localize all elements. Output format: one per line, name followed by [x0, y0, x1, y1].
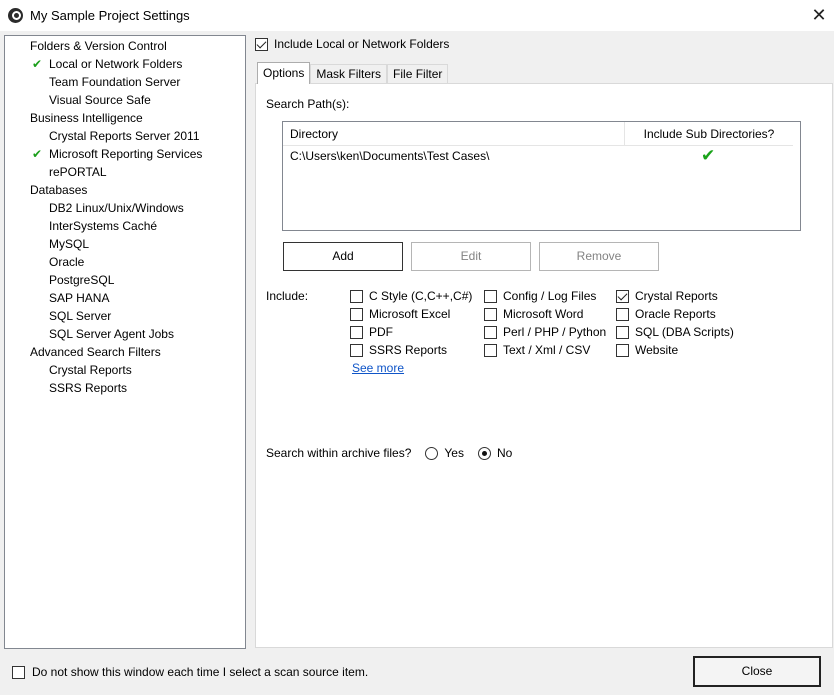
include-option[interactable]: SQL (DBA Scripts): [616, 323, 734, 341]
include-option-label: Text / Xml / CSV: [503, 343, 591, 357]
include-option-checkbox[interactable]: [350, 325, 363, 339]
include-option-label: SQL (DBA Scripts): [635, 325, 734, 339]
include-option-label: Oracle Reports: [635, 307, 716, 321]
include-option-label: Microsoft Word: [503, 307, 584, 321]
include-option-checkbox[interactable]: [616, 307, 629, 321]
include-option-label: Crystal Reports: [635, 289, 718, 303]
add-button[interactable]: Add: [283, 242, 403, 271]
include-option-label: Website: [635, 343, 679, 357]
archive-row: Search within archive files? Yes No: [266, 446, 512, 460]
source-tree: Folders & Version Control ✔ Local or Netwo…: [4, 35, 246, 649]
include-option-checkbox[interactable]: [350, 307, 363, 321]
grid-header: Directory Include Sub Directories?: [283, 122, 793, 146]
include-folders-row[interactable]: Include Local or Network Folders: [255, 37, 449, 51]
close-button[interactable]: Close: [693, 656, 821, 687]
tree-item[interactable]: SSRS Reports: [49, 379, 127, 397]
archive-no-radio[interactable]: [477, 446, 491, 460]
include-option[interactable]: Oracle Reports: [616, 305, 716, 323]
include-option[interactable]: PDF: [350, 323, 393, 341]
include-option[interactable]: SSRS Reports: [350, 341, 447, 359]
include-option-label: PDF: [369, 325, 393, 339]
include-option[interactable]: C Style (C,C++,C#): [350, 287, 472, 305]
tree-item[interactable]: SAP HANA: [49, 289, 109, 307]
tree-item[interactable]: SQL Server: [49, 307, 111, 325]
tree-item[interactable]: MySQL: [49, 235, 89, 253]
tree-category[interactable]: Databases: [30, 181, 87, 199]
dont-show-row[interactable]: Do not show this window each time I sele…: [12, 665, 368, 679]
tree-item[interactable]: Crystal Reports: [49, 361, 132, 379]
close-window-icon[interactable]: ✕: [808, 4, 830, 26]
tree-category[interactable]: Advanced Search Filters: [30, 343, 161, 361]
include-option-checkbox[interactable]: [484, 343, 497, 357]
subdirs-check-icon: ✔: [701, 146, 716, 165]
checkmark-icon: ✔: [32, 57, 43, 71]
archive-no-option[interactable]: No: [477, 446, 513, 460]
tree-item[interactable]: InterSystems Caché: [49, 217, 157, 235]
col-subdirs-header[interactable]: Include Sub Directories?: [625, 127, 793, 141]
include-folders-checkbox[interactable]: [255, 37, 268, 51]
checkmark-icon: ✔: [32, 147, 43, 161]
include-option[interactable]: Text / Xml / CSV: [484, 341, 590, 359]
include-option-label: C Style (C,C++,C#): [369, 289, 473, 303]
include-option-label: SSRS Reports: [369, 343, 448, 357]
include-option[interactable]: Perl / PHP / Python: [484, 323, 606, 341]
include-option-label: Config / Log Files: [503, 289, 597, 303]
tab-mask-filters[interactable]: Mask Filters: [310, 64, 388, 84]
dont-show-checkbox[interactable]: [12, 665, 25, 679]
include-option-checkbox[interactable]: [616, 325, 629, 339]
include-option-label: Microsoft Excel: [369, 307, 451, 321]
archive-yes-label: Yes: [444, 446, 464, 460]
window-title: My Sample Project Settings: [30, 8, 190, 23]
dont-show-label: Do not show this window each time I sele…: [32, 665, 369, 679]
tab-strip: Options Mask Filters File Filter: [257, 62, 449, 84]
remove-button[interactable]: Remove: [539, 242, 659, 271]
include-option-checkbox[interactable]: [350, 289, 363, 303]
search-paths-label: Search Path(s):: [266, 97, 350, 111]
tree-item[interactable]: rePORTAL: [49, 163, 107, 181]
tree-item[interactable]: Local or Network Folders: [49, 55, 182, 73]
main-panel: Include Local or Network Folders Options…: [255, 35, 834, 649]
include-option[interactable]: Crystal Reports: [616, 287, 718, 305]
include-option[interactable]: Website: [616, 341, 678, 359]
archive-no-label: No: [496, 446, 513, 460]
edit-button[interactable]: Edit: [411, 242, 531, 271]
tree-item[interactable]: Crystal Reports Server 2011: [49, 127, 200, 145]
archive-yes-option[interactable]: Yes: [425, 446, 464, 460]
include-label: Include:: [266, 289, 309, 303]
include-option-checkbox[interactable]: [616, 289, 629, 303]
tree-category[interactable]: Folders & Version Control: [30, 37, 167, 55]
tree-item[interactable]: Team Foundation Server: [49, 73, 180, 91]
directory-cell: C:\Users\ken\Documents\Test Cases\: [290, 149, 490, 163]
options-tab-content: Search Path(s): Directory Include Sub Di…: [255, 83, 833, 648]
app-logo-icon: [8, 8, 23, 23]
tree-item[interactable]: SQL Server Agent Jobs: [49, 325, 174, 343]
col-directory-header[interactable]: Directory: [290, 127, 338, 141]
tree-item[interactable]: Microsoft Reporting Services: [49, 145, 202, 163]
tab-file-filter[interactable]: File Filter: [387, 64, 449, 84]
tree-item[interactable]: Oracle: [49, 253, 84, 271]
archive-label: Search within archive files?: [266, 446, 412, 460]
include-option-checkbox[interactable]: [484, 325, 497, 339]
tree-category[interactable]: Business Intelligence: [30, 109, 143, 127]
archive-yes-radio[interactable]: [425, 446, 439, 460]
tree-item[interactable]: DB2 Linux/Unix/Windows: [49, 199, 184, 217]
include-option-checkbox[interactable]: [484, 289, 497, 303]
tree-item[interactable]: PostgreSQL: [49, 271, 114, 289]
search-paths-grid[interactable]: Directory Include Sub Directories? C:\Us…: [282, 121, 801, 231]
tree-item[interactable]: Visual Source Safe: [49, 91, 151, 109]
see-more-link[interactable]: See more: [352, 361, 404, 375]
include-option[interactable]: Microsoft Excel: [350, 305, 450, 323]
include-option[interactable]: Microsoft Word: [484, 305, 583, 323]
include-option-checkbox[interactable]: [484, 307, 497, 321]
include-option-checkbox[interactable]: [616, 343, 629, 357]
tab-options[interactable]: Options: [257, 62, 311, 84]
include-option[interactable]: Config / Log Files: [484, 287, 596, 305]
include-folders-label: Include Local or Network Folders: [274, 37, 450, 51]
include-option-checkbox[interactable]: [350, 343, 363, 357]
title-bar: My Sample Project Settings ✕: [0, 0, 834, 31]
include-option-label: Perl / PHP / Python: [503, 325, 607, 339]
